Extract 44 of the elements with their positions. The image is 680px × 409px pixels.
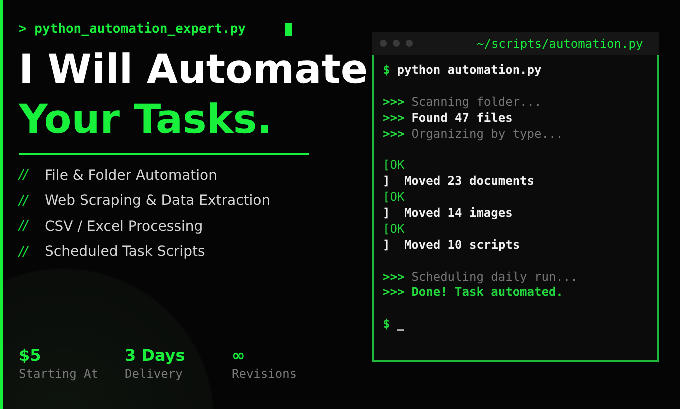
log-text: Done! Task automated. [412, 285, 564, 302]
log-text: Scheduling daily run... [412, 270, 578, 286]
status-tag: [OK [383, 222, 405, 238]
log-text: Found 47 files [412, 110, 513, 127]
bracket-mark: ] [383, 206, 390, 222]
slash-marker: // [19, 244, 30, 260]
bracket-mark: ] [383, 174, 390, 190]
window-dot-icon [406, 40, 413, 47]
slash-marker: // [19, 194, 30, 209]
stat-label: Revisions [232, 366, 298, 382]
command-text: _ [397, 317, 404, 334]
terminal-title: ~/scripts/automation.py [477, 36, 644, 50]
prompt-symbol: >>> [383, 270, 405, 286]
prompt-symbol: >>> [383, 94, 405, 111]
headline: I Will Automate [19, 46, 369, 95]
stat-label: Starting At [19, 366, 100, 382]
command-text: python automation.py [397, 63, 542, 79]
service-item: Scheduled Task Scripts [45, 244, 206, 260]
log-text: Scanning folder... [412, 94, 542, 111]
headline: Your Tasks. [19, 96, 274, 145]
stat-value: $5 [19, 346, 42, 366]
stat-value: ∞ [232, 346, 246, 366]
prompt-symbol: >>> [383, 285, 405, 302]
window-dot-icon [393, 40, 400, 47]
prompt-symbol: >>> [383, 110, 405, 127]
result-text: Moved 14 images [403, 206, 513, 222]
stat-value: 3 Days [125, 346, 186, 366]
service-item: File & Folder Automation [45, 168, 218, 184]
result-text: Moved 10 scripts [403, 238, 520, 254]
service-item: CSV / Excel Processing [45, 218, 204, 235]
log-text: Organizing by type... [412, 126, 564, 142]
file-prompt: > python_automation_expert.py [19, 22, 247, 37]
prompt-symbol: $ [383, 317, 390, 334]
bracket-mark: ] [383, 238, 390, 254]
stat-label: Delivery [125, 366, 184, 382]
service-item: Web Scraping & Data Extraction [45, 193, 271, 210]
status-tag: [OK [383, 158, 405, 174]
result-text: Moved 23 documents [403, 174, 535, 190]
slash-marker: // [19, 219, 30, 234]
status-tag: [OK [383, 190, 405, 206]
slash-marker: // [19, 168, 30, 184]
window-dot-icon [380, 40, 387, 47]
prompt-symbol: >>> [383, 126, 405, 142]
prompt-symbol: $ [383, 63, 390, 79]
